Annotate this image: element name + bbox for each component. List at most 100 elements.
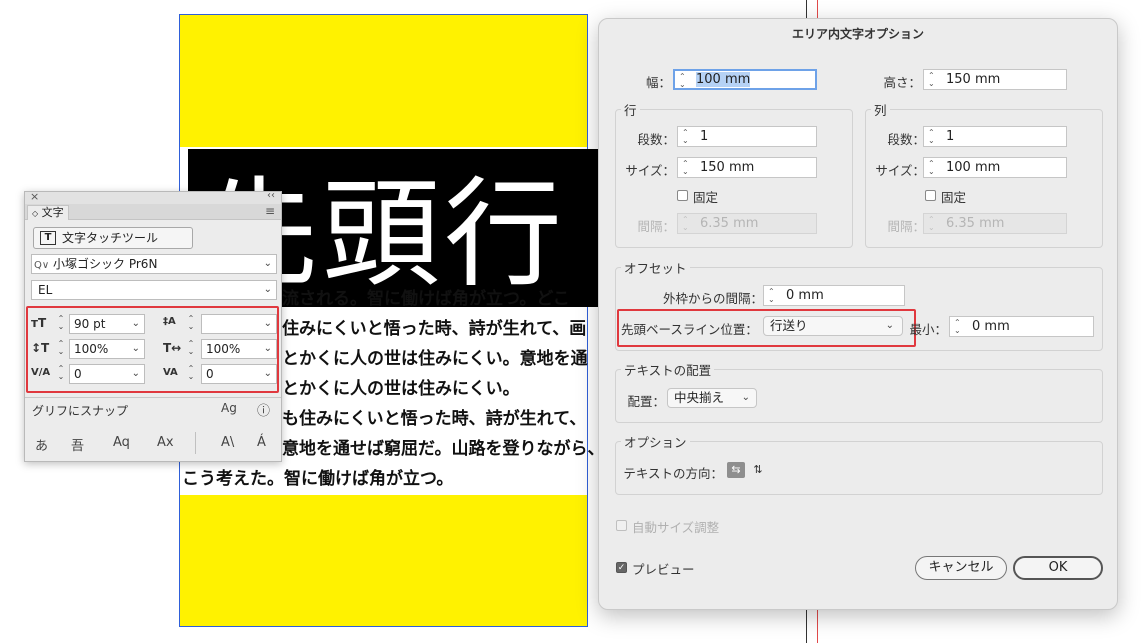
glyph-angular-icon[interactable]: A\ [221, 435, 234, 450]
text-alignment-group-label: テキストの配置 [621, 360, 715, 379]
body-line-4: とかくに人の世は住みにくい。 [282, 379, 520, 399]
rows-group-label: 行 [621, 100, 640, 119]
columns-count-stepper[interactable]: ⌃ ⌄ [928, 129, 938, 145]
horizontal-scale-input[interactable]: 100% ⌄ [201, 339, 277, 359]
glyph-proximity-icon[interactable]: Ax [157, 435, 174, 450]
height-stepper[interactable]: ⌃ ⌄ [928, 72, 938, 88]
inset-spacing-value: 0 mm [786, 288, 824, 303]
glyph-em-box-icon[interactable]: 吾 [71, 435, 84, 454]
glyph-baseline-icon[interactable]: あ [35, 435, 48, 454]
tracking-stepper[interactable]: ⌃ ⌄ [185, 365, 197, 383]
font-family-select[interactable]: Q∨ 小塚ゴシック Pr6N ⌄ [31, 254, 277, 274]
height-value: 150 mm [946, 72, 1001, 87]
tracking-input[interactable]: 0 ⌄ [201, 364, 277, 384]
text-direction-columns-icon[interactable]: ⇅ [749, 462, 767, 478]
inset-spacing-input[interactable]: ⌃ ⌄ 0 mm [763, 285, 905, 306]
chevron-down-icon: ⌄ [263, 368, 272, 379]
touch-type-label: 文字タッチツール [62, 231, 159, 245]
width-label: 幅： [645, 75, 671, 90]
rows-count-stepper[interactable]: ⌃ ⌄ [682, 129, 692, 145]
min-stepper[interactable]: ⌃ ⌄ [954, 319, 964, 335]
kerning-input[interactable]: 0 ⌄ [69, 364, 145, 384]
tab-arrow-icon: ◇ [32, 209, 39, 218]
font-size-icon: ᴛT [31, 316, 47, 330]
chevron-down-icon: ⌄ [263, 343, 272, 354]
font-size-input[interactable]: 90 pt ⌄ [69, 314, 145, 334]
columns-gutter-stepper[interactable]: ⌃ ⌄ [928, 216, 938, 232]
first-baseline-select[interactable]: 行送り ⌄ [763, 316, 903, 336]
font-search-icon: Q∨ [34, 260, 50, 271]
cancel-button[interactable]: キャンセル [915, 556, 1007, 580]
rows-gutter-label: 間隔： [637, 219, 675, 234]
body-line-7: こう考えた。智に働けば角が立つ。 [182, 469, 454, 489]
panel-menu-icon[interactable]: ≡ [265, 204, 275, 218]
columns-fixed-checkbox[interactable] [925, 190, 936, 201]
rows-count-value: 1 [700, 129, 709, 144]
rows-gutter-input[interactable]: ⌃ ⌄ 6.35 mm [677, 213, 817, 234]
tracking-icon: VA [163, 367, 178, 378]
columns-count-input[interactable]: ⌃ ⌄ 1 [923, 126, 1067, 147]
glyph-anchor-icon[interactable]: Á [257, 435, 266, 450]
inset-spacing-stepper[interactable]: ⌃ ⌄ [768, 288, 778, 304]
rows-gutter-value: 6.35 mm [700, 216, 759, 231]
leading-stepper[interactable]: ⌃ ⌄ [185, 315, 197, 333]
body-line-3: とかくに人の世は住みにくい。意地を通 [282, 349, 588, 369]
touch-type-tool-button[interactable]: T 文字タッチツール [33, 227, 193, 249]
inset-spacing-label: 外枠からの間隔： [662, 291, 763, 306]
width-input[interactable]: ⌃ ⌄ 100 mm [673, 69, 817, 90]
rows-gutter-stepper[interactable]: ⌃ ⌄ [682, 216, 692, 232]
height-input[interactable]: ⌃ ⌄ 150 mm [923, 69, 1067, 90]
columns-count-value: 1 [946, 129, 955, 144]
rows-size-label: サイズ： [625, 163, 675, 178]
panel-tab-row: ◇ 文字 ≡ [25, 204, 281, 220]
alignment-select[interactable]: 中央揃え ⌄ [667, 388, 757, 408]
font-style-select[interactable]: EL ⌄ [31, 280, 277, 300]
font-style-value: EL [38, 283, 53, 297]
snap-glyph-icon[interactable]: Ag [221, 401, 237, 415]
kerning-stepper[interactable]: ⌃ ⌄ [55, 365, 67, 383]
rows-size-stepper[interactable]: ⌃ ⌄ [682, 160, 692, 176]
width-stepper[interactable]: ⌃ ⌄ [679, 73, 689, 89]
horizontal-scale-stepper[interactable]: ⌃ ⌄ [185, 340, 197, 358]
columns-size-value: 100 mm [946, 160, 1001, 175]
columns-gutter-input[interactable]: ⌃ ⌄ 6.35 mm [923, 213, 1067, 234]
text-direction-rows-icon[interactable]: ⇆ [727, 462, 745, 478]
min-input[interactable]: ⌃ ⌄ 0 mm [949, 316, 1094, 337]
glyph-bounds-icon[interactable]: Aq [113, 435, 130, 450]
font-family-value: 小塚ゴシック Pr6N [53, 257, 158, 271]
close-icon[interactable]: × [30, 190, 39, 203]
columns-size-stepper[interactable]: ⌃ ⌄ [928, 160, 938, 176]
auto-size-label: 自動サイズ調整 [632, 520, 720, 535]
chevron-down-icon: ⌄ [885, 320, 894, 331]
columns-size-input[interactable]: ⌃ ⌄ 100 mm [923, 157, 1067, 178]
rows-size-input[interactable]: ⌃ ⌄ 150 mm [677, 157, 817, 178]
auto-size-checkbox[interactable] [616, 520, 627, 531]
vertical-scale-input[interactable]: 100% ⌄ [69, 339, 145, 359]
rows-count-input[interactable]: ⌃ ⌄ 1 [677, 126, 817, 147]
panel-titlebar[interactable]: × ‹‹ [25, 190, 281, 204]
chevron-down-icon: ⌄ [131, 368, 140, 379]
alignment-value: 中央揃え [674, 390, 725, 405]
vertical-scale-stepper[interactable]: ⌃ ⌄ [55, 340, 67, 358]
preview-checkbox[interactable]: ✓ [616, 562, 627, 573]
columns-count-label: 段数： [887, 132, 925, 147]
font-size-stepper[interactable]: ⌃ ⌄ [55, 315, 67, 333]
rows-fixed-checkbox[interactable] [677, 190, 688, 201]
horizontal-scale-icon: T↔ [163, 341, 182, 355]
body-line-5: も住みにくいと悟った時、詩が生れて、 [282, 409, 587, 429]
height-label: 高さ： [883, 75, 921, 90]
columns-group-label: 列 [871, 100, 890, 119]
kerning-value: 0 [74, 367, 82, 381]
text-direction-label: テキストの方向： [623, 466, 723, 481]
options-group-label: オプション [621, 432, 690, 451]
info-icon[interactable]: ⓘ [257, 400, 270, 419]
tab-character[interactable]: ◇ 文字 [27, 205, 69, 220]
collapse-icon[interactable]: ‹‹ [267, 190, 275, 201]
chevron-down-icon: ⌄ [263, 318, 272, 329]
ok-button[interactable]: OK [1013, 556, 1103, 580]
vertical-scale-value: 100% [74, 342, 109, 356]
leading-input[interactable]: ⌄ [201, 314, 277, 334]
snap-to-glyph-label: グリフにスナップ [32, 404, 129, 418]
columns-size-label: サイズ： [875, 163, 925, 178]
vertical-scale-icon: ↕T [31, 341, 50, 355]
